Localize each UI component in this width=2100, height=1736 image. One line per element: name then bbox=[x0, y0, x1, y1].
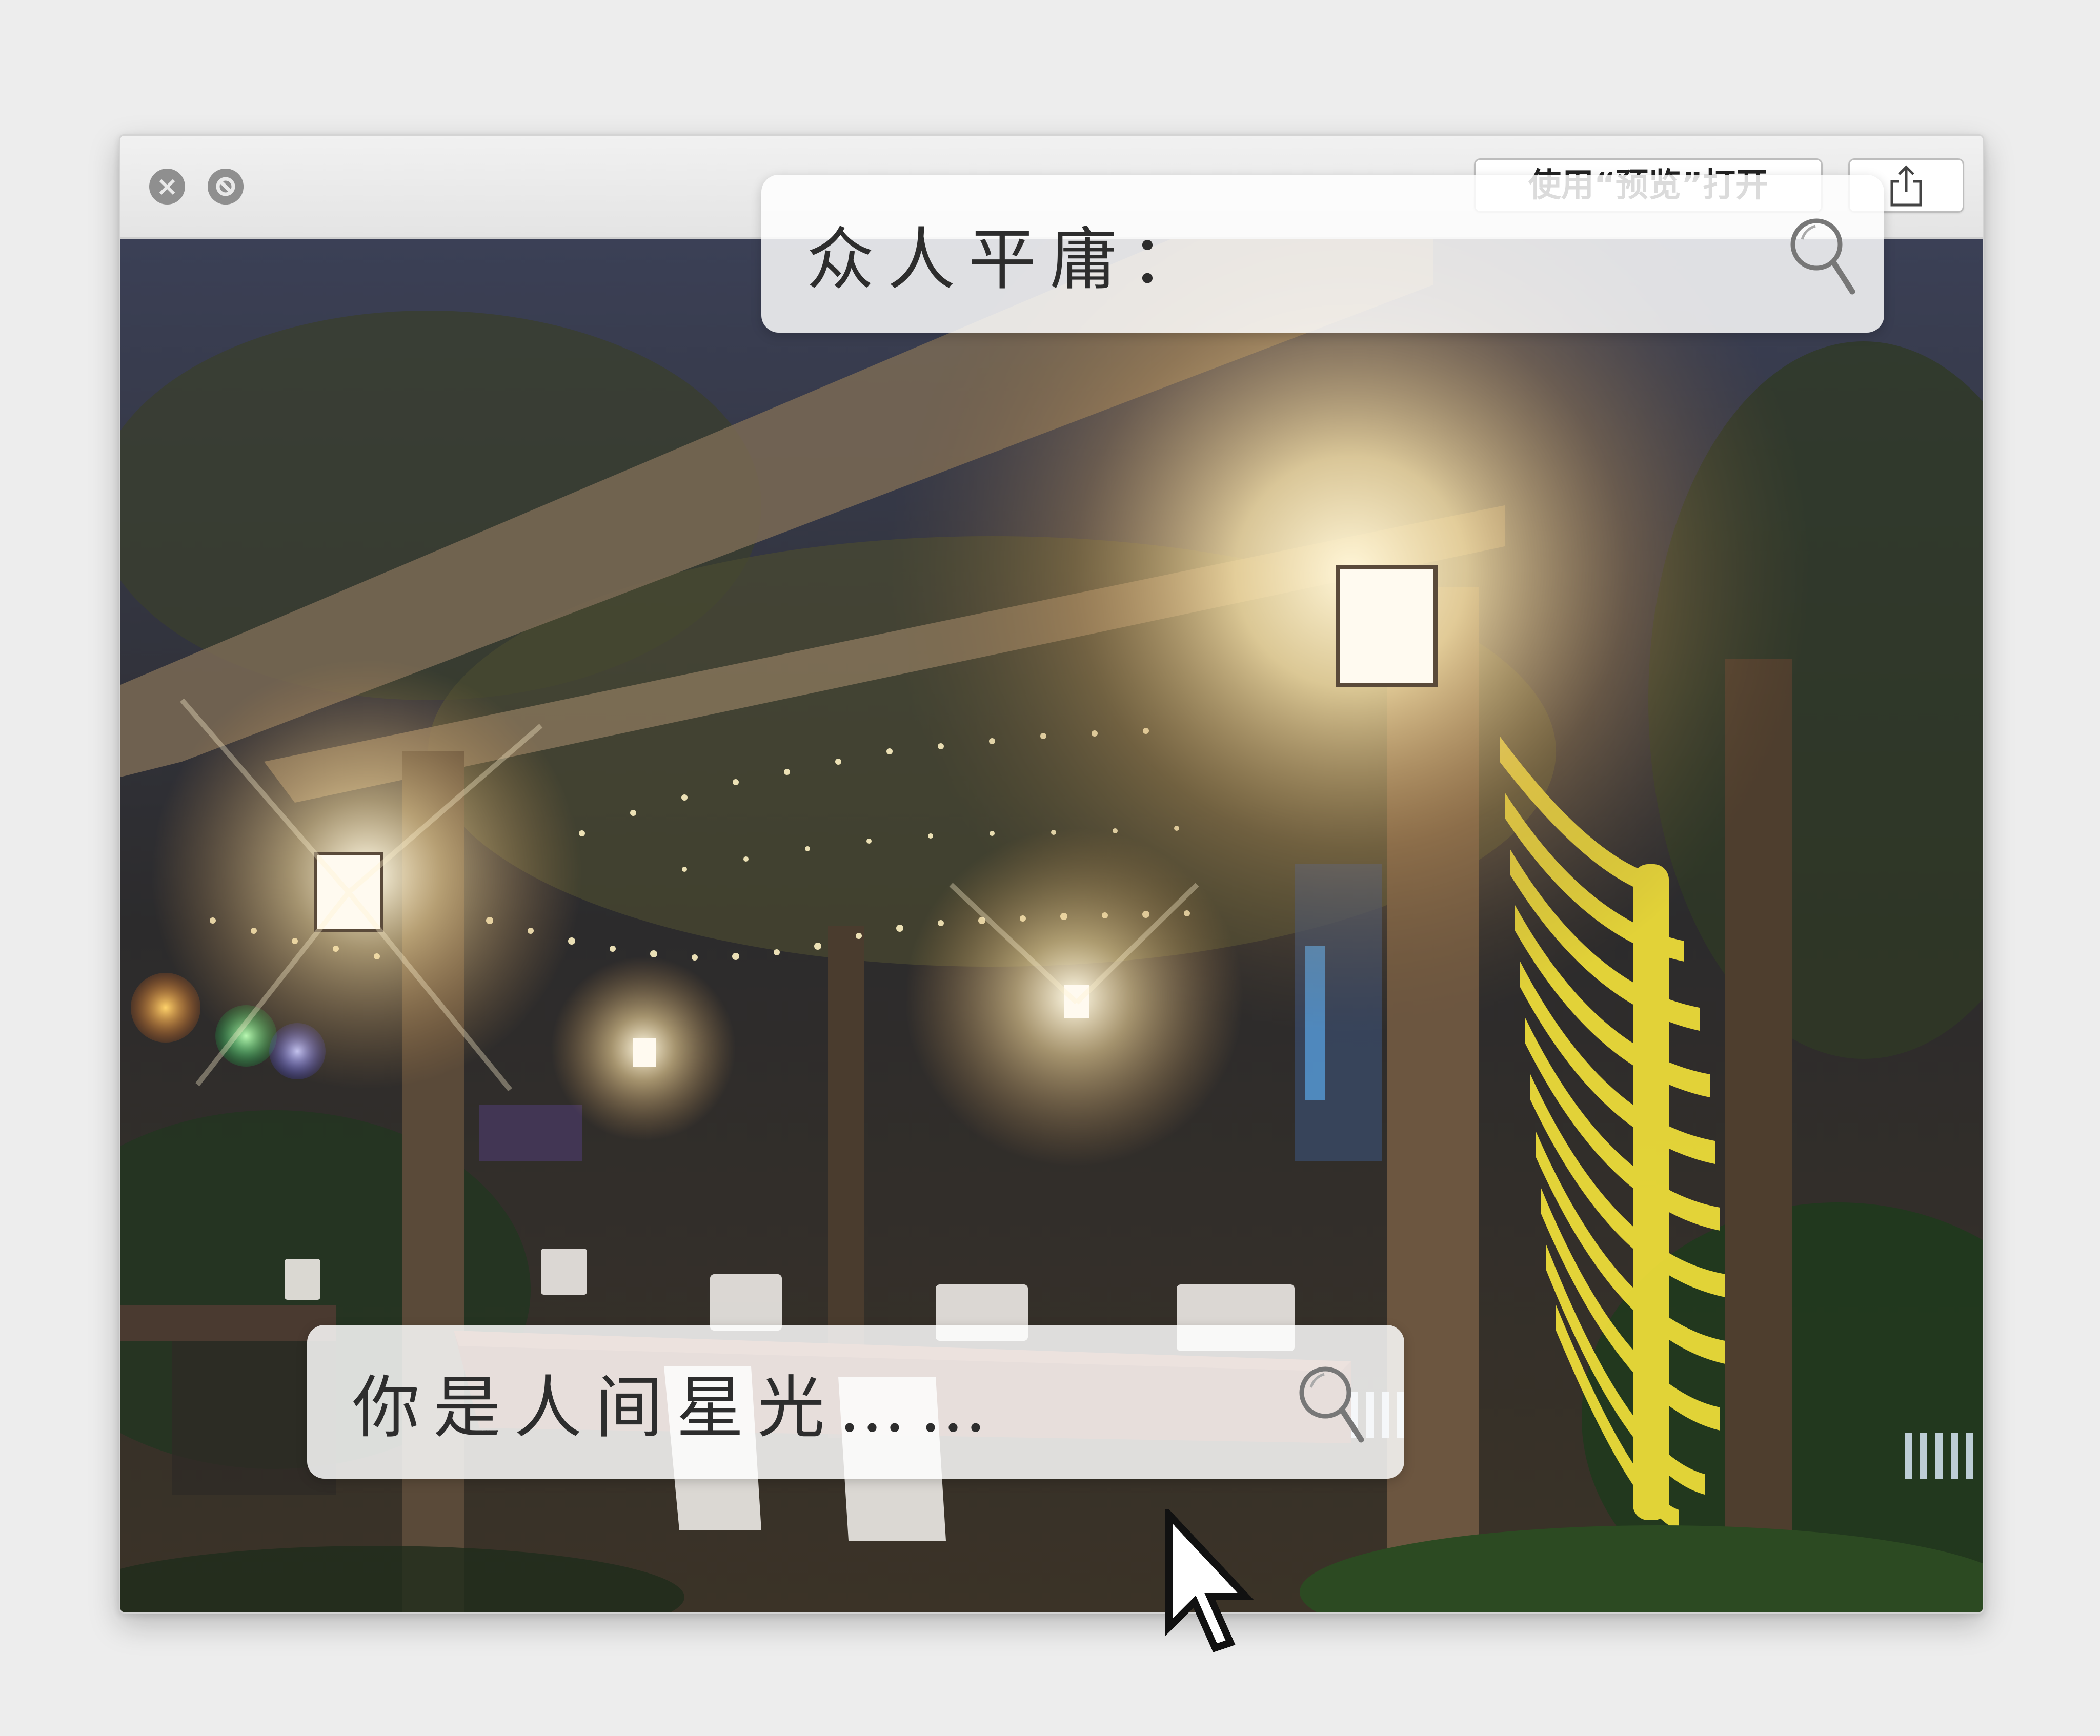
pixel-arrow-cursor-icon bbox=[1165, 1509, 1255, 1652]
close-button[interactable]: × bbox=[149, 169, 185, 205]
search-bar-bottom-text: 你是人间星光…… bbox=[352, 1368, 1000, 1447]
search-bar-bottom[interactable]: 你是人间星光…… bbox=[307, 1325, 1404, 1479]
minimize-icon bbox=[208, 169, 244, 205]
search-icon bbox=[1790, 218, 1855, 295]
quick-look-window: × 使用“预览”打开 bbox=[119, 134, 1984, 1614]
search-bar-top-text: 众人平庸： bbox=[806, 220, 1211, 299]
share-icon bbox=[1890, 165, 1922, 207]
search-bar-top[interactable]: 众人平庸： bbox=[761, 175, 1884, 333]
minimize-button[interactable] bbox=[208, 169, 244, 205]
search-icon bbox=[1299, 1366, 1364, 1443]
